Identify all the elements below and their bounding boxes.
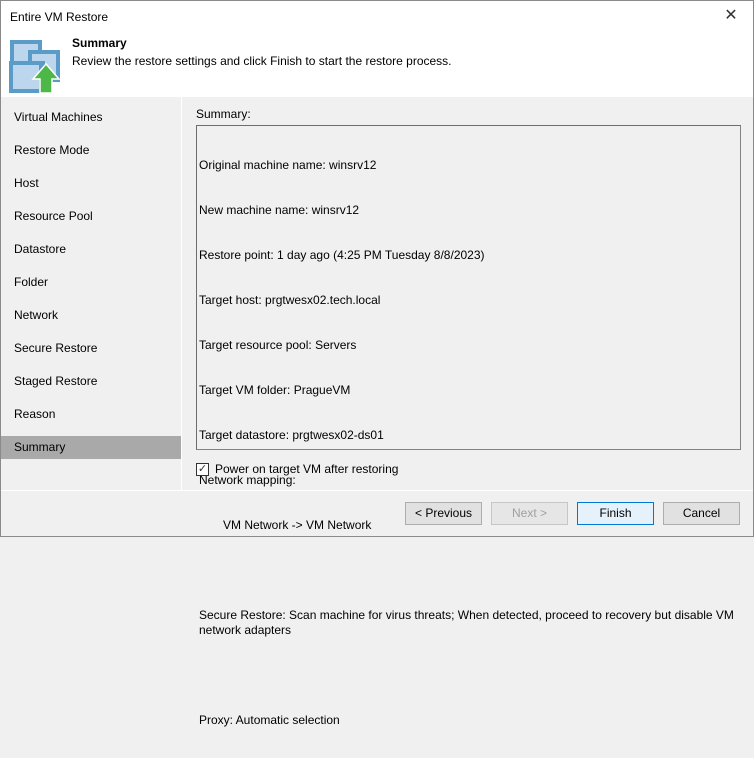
- summary-line: Secure Restore: Scan machine for virus t…: [199, 608, 738, 637]
- nav-item-virtual-machines[interactable]: Virtual Machines: [1, 106, 181, 129]
- nav-item-folder[interactable]: Folder: [1, 271, 181, 294]
- summary-line: Proxy: Automatic selection: [199, 713, 340, 727]
- close-icon[interactable]: ✕: [709, 1, 753, 31]
- summary-textbox[interactable]: Original machine name: winsrv12 New mach…: [196, 125, 741, 727]
- header-title: Summary: [72, 36, 127, 50]
- finish-button[interactable]: Finish: [577, 502, 654, 525]
- title-bar: Entire VM Restore ✕: [1, 1, 753, 33]
- divider: [181, 97, 182, 490]
- wizard-header: Summary Review the restore settings and …: [1, 33, 753, 97]
- summary-line: Restore point: 1 day ago (4:25 PM Tuesda…: [199, 248, 485, 262]
- header-description: Review the restore settings and click Fi…: [72, 54, 452, 68]
- checkbox-checked-icon[interactable]: ✓: [196, 462, 209, 476]
- previous-button[interactable]: < Previous: [405, 502, 482, 525]
- nav-item-summary[interactable]: Summary: [1, 436, 181, 459]
- summary-label: Summary:: [196, 107, 251, 121]
- nav-item-reason[interactable]: Reason: [1, 403, 181, 426]
- nav-item-restore-mode[interactable]: Restore Mode: [1, 139, 181, 162]
- nav-item-staged-restore[interactable]: Staged Restore: [1, 370, 181, 393]
- power-on-label: Power on target VM after restoring: [215, 462, 399, 476]
- summary-line: Target VM folder: PragueVM: [199, 383, 351, 397]
- nav-item-datastore[interactable]: Datastore: [1, 238, 181, 261]
- summary-line: Target resource pool: Servers: [199, 338, 357, 352]
- summary-line: New machine name: winsrv12: [199, 203, 360, 217]
- wizard-steps: Virtual Machines Restore Mode Host Resou…: [1, 97, 181, 490]
- summary-blank: [199, 563, 738, 578]
- nav-item-host[interactable]: Host: [1, 172, 181, 195]
- dialog-window: Entire VM Restore ✕ Summary Review the r…: [0, 0, 754, 727]
- nav-item-secure-restore[interactable]: Secure Restore: [1, 337, 181, 360]
- divider: [1, 490, 753, 491]
- cancel-button[interactable]: Cancel: [663, 502, 740, 525]
- power-on-checkbox[interactable]: ✓ Power on target VM after restoring: [196, 462, 398, 476]
- summary-line: Original machine name: winsrv12: [199, 158, 377, 172]
- summary-blank: [199, 668, 738, 683]
- next-button[interactable]: Next >: [491, 502, 568, 525]
- nav-item-resource-pool[interactable]: Resource Pool: [1, 205, 181, 228]
- nav-item-network[interactable]: Network: [1, 304, 181, 327]
- summary-line: Target host: prgtwesx02.tech.local: [199, 293, 381, 307]
- vm-restore-icon: [9, 40, 61, 93]
- summary-line: Target datastore: prgtwesx02-ds01: [199, 428, 384, 442]
- window-title: Entire VM Restore: [10, 10, 109, 24]
